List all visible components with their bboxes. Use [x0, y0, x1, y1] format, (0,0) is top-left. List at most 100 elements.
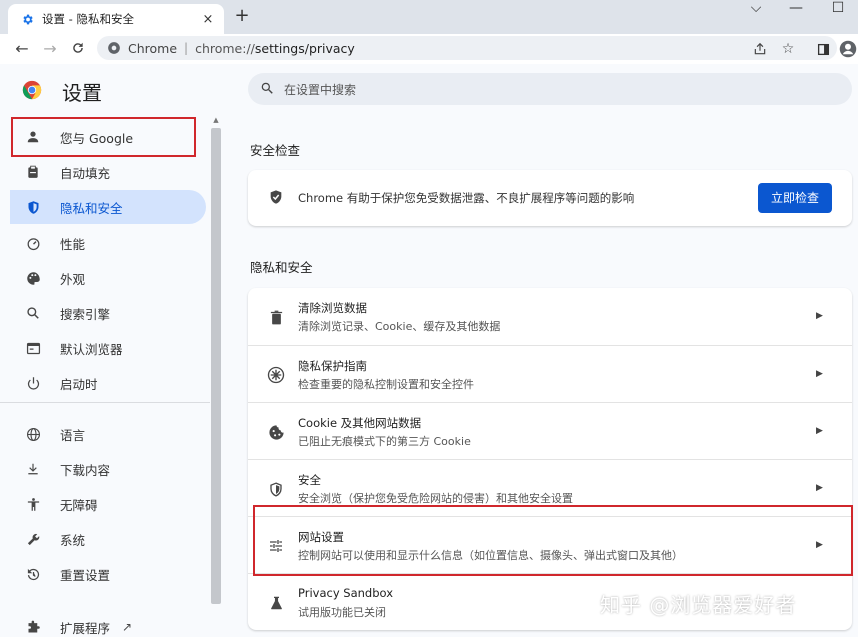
clipboard-icon [24, 163, 42, 181]
sidebar-item-extensions[interactable]: 扩展程序 ↗ [10, 610, 206, 637]
page-title: 设置 [62, 81, 102, 105]
puzzle-icon [24, 618, 42, 636]
sidebar-item-label: 无障碍 [60, 497, 98, 513]
sidebar-scrollbar[interactable]: ▲ [210, 116, 222, 636]
cookie-icon [266, 422, 286, 442]
trash-icon [266, 307, 286, 327]
row-subtitle: 检查重要的隐私控制设置和安全控件 [298, 378, 474, 391]
sidebar-item-label: 搜索引擎 [60, 306, 111, 322]
row-clear-browsing-data[interactable]: 清除浏览数据 清除浏览记录、Cookie、缓存及其他数据 ▶ [248, 288, 852, 345]
reload-icon[interactable] [66, 34, 90, 62]
sidebar-item-label: 扩展程序 [60, 620, 111, 636]
power-icon [24, 374, 42, 392]
search-icon [260, 81, 274, 98]
search-input[interactable]: 在设置中搜索 [248, 73, 852, 105]
sidebar-item-search-engine[interactable]: 搜索引擎 [10, 296, 206, 330]
chrome-logo-icon [22, 80, 42, 100]
row-title: Privacy Sandbox [298, 586, 394, 600]
download-icon [24, 460, 42, 478]
sidebar-item-default-browser[interactable]: 默认浏览器 [10, 331, 206, 365]
sidebar-item-accessibility[interactable]: 无障碍 [10, 487, 206, 521]
profile-avatar[interactable] [838, 39, 858, 59]
tab-settings[interactable]: 设置 - 隐私和安全 × [8, 4, 224, 34]
row-subtitle: 已阻止无痕模式下的第三方 Cookie [298, 435, 471, 448]
sidebar-item-performance[interactable]: 性能 [10, 226, 206, 260]
wrench-icon [24, 530, 42, 548]
close-tab-icon[interactable]: × [200, 11, 216, 27]
browser-toolbar: ← → Chrome | chrome://settings/privacy ☆ [0, 34, 858, 64]
chevron-right-icon: ▶ [816, 369, 823, 379]
row-title: 隐私保护指南 [298, 359, 367, 373]
side-panel-icon[interactable] [813, 39, 833, 59]
sidebar-item-label: 语言 [60, 427, 86, 443]
maximize-button[interactable]: ☐ [823, 0, 853, 18]
speedometer-icon [24, 234, 42, 252]
sidebar-item-label: 默认浏览器 [60, 341, 123, 357]
sidebar-item-label: 重置设置 [60, 567, 111, 583]
sidebar-item-label: 隐私和安全 [60, 200, 123, 216]
row-title: 安全 [298, 473, 321, 487]
row-subtitle: 试用版功能已关闭 [298, 606, 386, 619]
back-arrow-icon[interactable]: ← [10, 34, 34, 62]
globe-icon [24, 425, 42, 443]
chevron-right-icon: ▶ [816, 426, 823, 436]
sidebar-item-system[interactable]: 系统 [10, 522, 206, 556]
sidebar-item-appearance[interactable]: 外观 [10, 261, 206, 295]
sidebar-item-reset[interactable]: 重置设置 [10, 557, 206, 591]
search-icon [24, 304, 42, 322]
safety-check-heading: 安全检查 [250, 143, 301, 158]
chrome-site-icon [107, 41, 121, 55]
check-now-button[interactable]: 立即检查 [757, 183, 832, 213]
sidebar-item-downloads[interactable]: 下载内容 [10, 452, 206, 486]
omnibox-separator: | [184, 41, 189, 55]
sidebar-item-label: 启动时 [60, 376, 98, 392]
safety-check-card: Chrome 有助于保护您免受数据泄露、不良扩展程序等问题的影响 立即检查 [248, 170, 852, 226]
chevron-right-icon: ▶ [816, 483, 823, 493]
privacy-section-heading: 隐私和安全 [250, 260, 313, 275]
row-title: Cookie 及其他网站数据 [298, 416, 422, 430]
settings-header: 设置 在设置中搜索 [0, 64, 858, 116]
scrollbar-thumb[interactable] [211, 128, 221, 604]
url-prefix: chrome:// [195, 40, 255, 56]
chevron-down-icon[interactable]: ⌵ [741, 0, 771, 18]
sidebar-item-label: 性能 [60, 236, 86, 252]
sidebar-item-on-startup[interactable]: 启动时 [10, 366, 206, 400]
sidebar-item-label: 系统 [60, 532, 86, 548]
safety-shield-icon [268, 189, 286, 207]
sidebar-item-label: 下载内容 [60, 462, 111, 478]
sidebar-item-languages[interactable]: 语言 [10, 417, 206, 451]
chevron-right-icon: ▶ [816, 311, 823, 321]
omnibox-chip: Chrome [128, 40, 178, 56]
url-text: chrome://settings/privacy [195, 41, 355, 56]
minimize-button[interactable]: — [781, 0, 811, 18]
sidebar-item-privacy[interactable]: 隐私和安全 [10, 190, 206, 224]
address-bar[interactable]: Chrome | chrome://settings/privacy [97, 36, 837, 60]
sidebar-divider [0, 402, 210, 403]
palette-icon [24, 269, 42, 287]
safety-check-text: Chrome 有助于保护您免受数据泄露、不良扩展程序等问题的影响 [298, 191, 635, 205]
scroll-up-arrow-icon[interactable]: ▲ [212, 116, 220, 124]
tab-title: 设置 - 隐私和安全 [42, 12, 134, 26]
tab-strip: 设置 - 隐私和安全 × + ⌵ — ☐ [0, 0, 858, 34]
row-title: 清除浏览数据 [298, 301, 367, 315]
row-subtitle: 清除浏览记录、Cookie、缓存及其他数据 [298, 320, 501, 333]
url-path: settings/privacy [254, 40, 355, 56]
shield-icon [24, 198, 42, 216]
sidebar: 您与 Google 自动填充 隐私和安全 性能 外观 搜索引擎 默认浏览器 启动… [0, 116, 222, 637]
highlight-box-privacy-nav [11, 117, 196, 157]
row-subtitle: 安全浏览（保护您免受危险网站的侵害）和其他安全设置 [298, 492, 573, 505]
sidebar-item-label: 外观 [60, 271, 86, 287]
forward-arrow-icon[interactable]: → [38, 34, 62, 62]
share-icon[interactable] [750, 39, 770, 59]
new-tab-button[interactable]: + [232, 6, 252, 26]
row-cookies[interactable]: Cookie 及其他网站数据 已阻止无痕模式下的第三方 Cookie ▶ [248, 402, 852, 459]
reset-icon [24, 565, 42, 583]
flask-icon [266, 593, 286, 613]
highlight-box-site-settings [253, 505, 853, 576]
gear-icon [20, 12, 34, 26]
privacy-card: 清除浏览数据 清除浏览记录、Cookie、缓存及其他数据 ▶ 隐私保护指南 检查… [248, 288, 852, 630]
bookmark-star-icon[interactable]: ☆ [778, 39, 798, 59]
row-privacy-guide[interactable]: 隐私保护指南 检查重要的隐私控制设置和安全控件 ▶ [248, 345, 852, 402]
sidebar-item-autofill[interactable]: 自动填充 [10, 155, 206, 189]
external-link-icon: ↗ [122, 620, 133, 634]
